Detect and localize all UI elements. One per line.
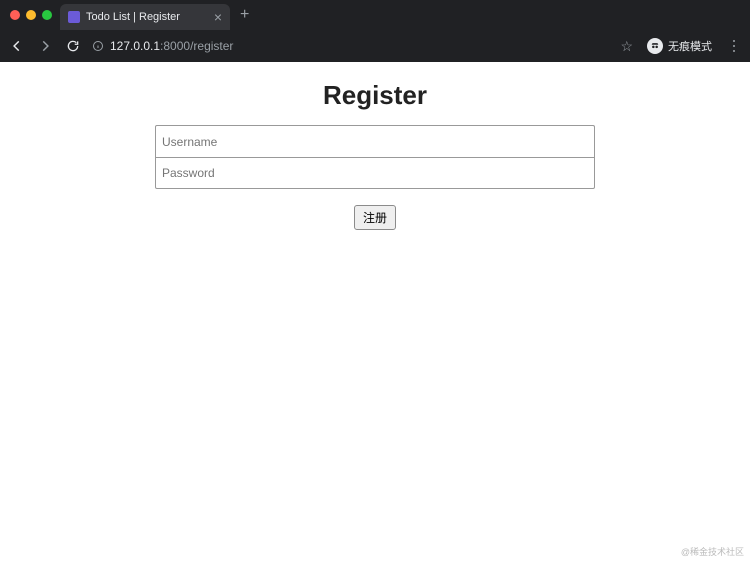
incognito-label: 无痕模式 bbox=[668, 38, 712, 54]
window-minimize-icon[interactable] bbox=[26, 10, 36, 20]
watermark: @稀金技术社区 bbox=[681, 545, 744, 558]
reload-button[interactable] bbox=[64, 39, 82, 53]
register-form: 注册 bbox=[155, 125, 595, 230]
password-field[interactable] bbox=[155, 157, 595, 189]
bookmark-icon[interactable]: ☆ bbox=[620, 38, 633, 55]
incognito-icon bbox=[647, 38, 663, 54]
forward-button[interactable] bbox=[36, 39, 54, 53]
username-field[interactable] bbox=[155, 125, 595, 157]
browser-chrome: Todo List | Register × + 127.0.0.1:8000/… bbox=[0, 0, 750, 62]
page-content: Register 注册 bbox=[0, 62, 750, 562]
tab-bar: Todo List | Register × + bbox=[0, 0, 750, 30]
back-button[interactable] bbox=[8, 39, 26, 53]
browser-tab[interactable]: Todo List | Register × bbox=[60, 4, 230, 30]
url-path: :8000/register bbox=[160, 39, 233, 53]
register-button[interactable]: 注册 bbox=[354, 205, 396, 230]
close-tab-icon[interactable]: × bbox=[214, 10, 222, 24]
url-host: 127.0.0.1 bbox=[110, 39, 160, 53]
info-icon bbox=[92, 40, 104, 52]
window-controls bbox=[6, 10, 60, 20]
favicon-icon bbox=[68, 11, 80, 23]
address-bar: 127.0.0.1:8000/register ☆ 无痕模式 ⋯ bbox=[0, 30, 750, 62]
window-close-icon[interactable] bbox=[10, 10, 20, 20]
tab-title: Todo List | Register bbox=[86, 11, 208, 23]
window-maximize-icon[interactable] bbox=[42, 10, 52, 20]
page-title: Register bbox=[0, 62, 750, 125]
incognito-indicator[interactable]: 无痕模式 bbox=[647, 38, 712, 54]
url-field[interactable]: 127.0.0.1:8000/register bbox=[92, 39, 610, 53]
new-tab-button[interactable]: + bbox=[230, 6, 259, 24]
browser-menu-icon[interactable]: ⋯ bbox=[727, 38, 742, 54]
